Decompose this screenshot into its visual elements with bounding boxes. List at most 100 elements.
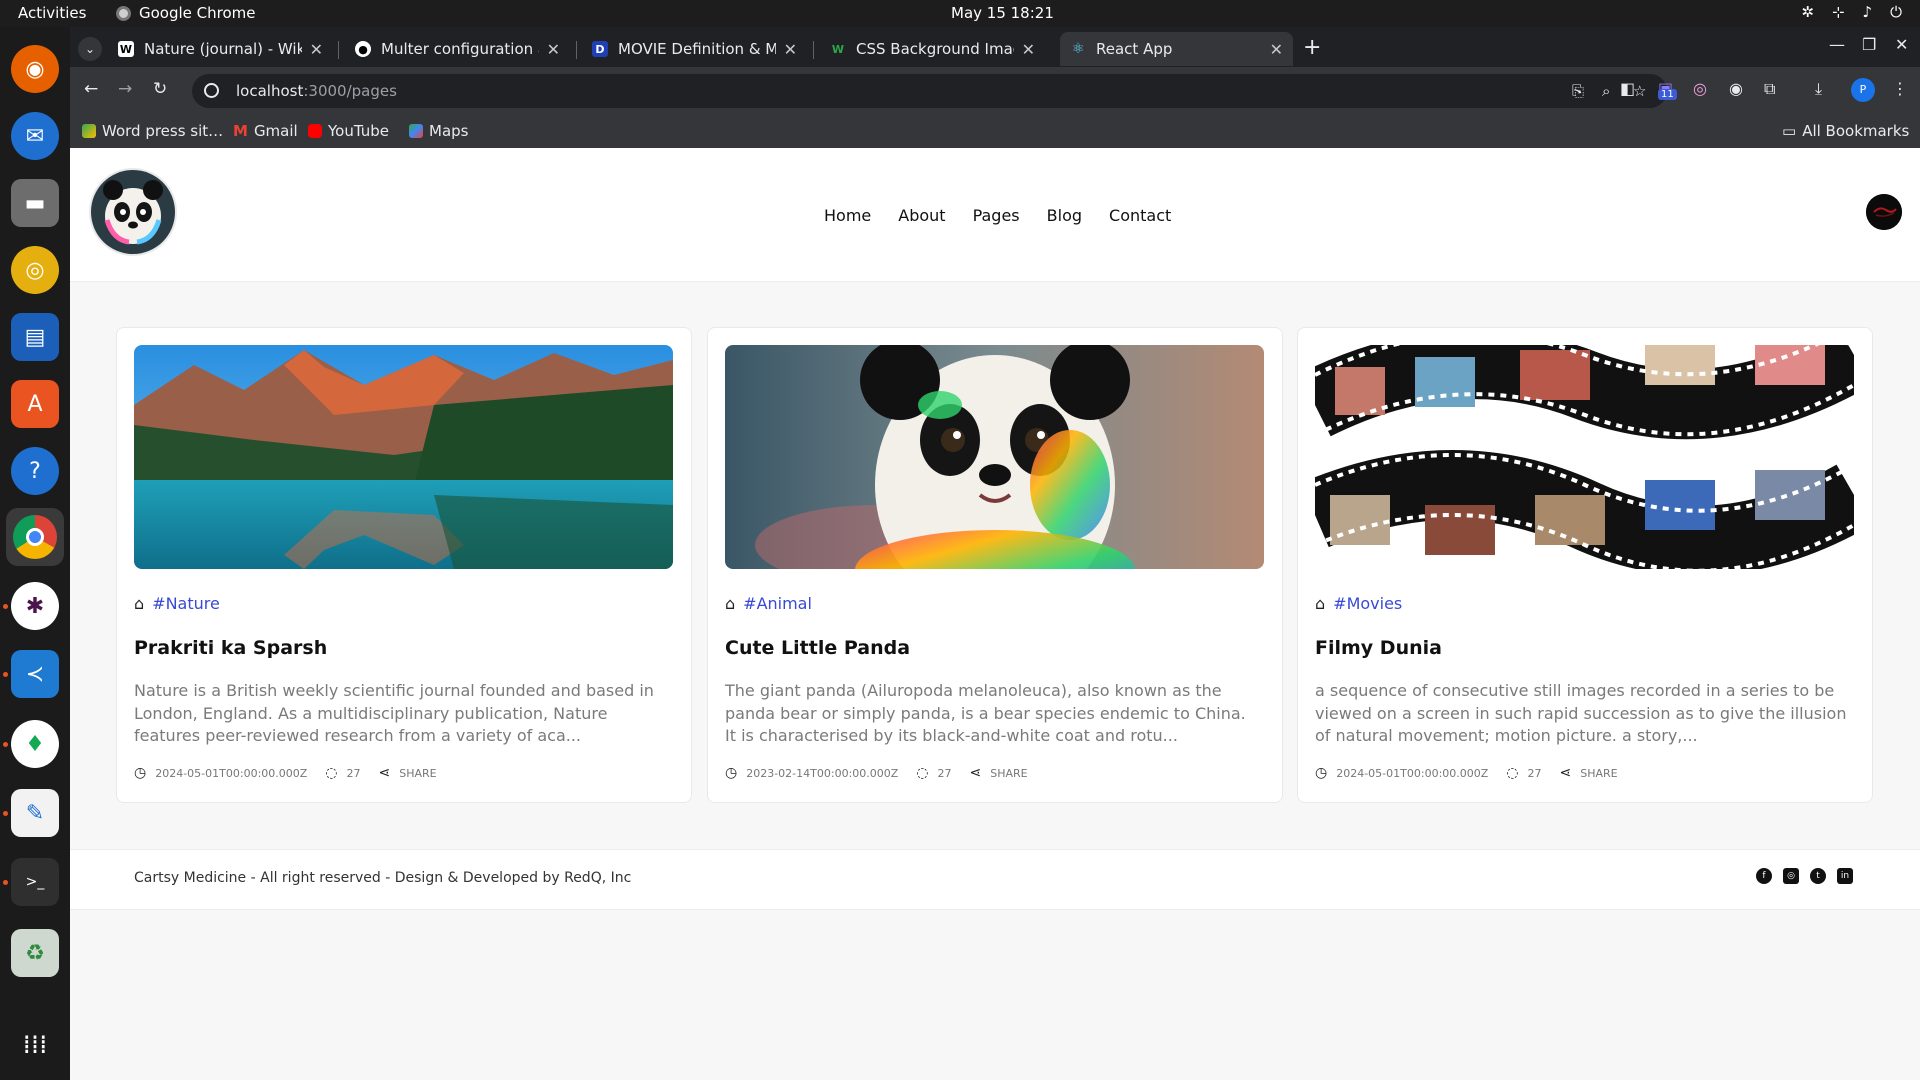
card-comments[interactable]: ◌ 27 [916,765,951,781]
chrome-dock-icon[interactable] [6,508,64,566]
address-bar[interactable]: localhost:3000/pages ⎘ ⌕ ☆ [192,74,1667,108]
thunderbird-icon[interactable]: ✉ [11,112,59,160]
bookmark-gmail[interactable]: M Gmail [233,122,298,140]
zoom-icon[interactable]: ⌕ [1602,82,1610,100]
mongodb-compass-icon[interactable]: ♦ [11,720,59,768]
tag-icon: ⌂ [725,594,736,613]
card-title[interactable]: Cute Little Panda [725,637,910,659]
tab-css-background-image[interactable]: W CSS Background Image F ✕ [820,32,1045,66]
app-menu[interactable]: Google Chrome [116,4,256,22]
instagram-icon[interactable]: ◎ [1783,868,1799,884]
extension-icon[interactable]: ◧ [1620,79,1635,98]
card-image-film[interactable] [1315,345,1854,569]
all-bookmarks-label: All Bookmarks [1802,122,1910,140]
dock: ◉ ✉ ▬ ◎ ▤ A ? ✱ ≺ ♦ ✎ >_ ♻ ⁞⁞⁞ [0,27,70,1080]
card-title[interactable]: Prakriti ka Sparsh [134,637,327,659]
text-editor-icon[interactable]: ✎ [11,789,59,837]
settings-icon[interactable]: ✲ [1801,3,1814,21]
twitter-icon[interactable]: t [1810,868,1826,884]
card-image-panda[interactable] [725,345,1264,569]
system-tray[interactable]: ✲ ⊹ ♪ ⏻ [1801,3,1902,21]
terminal-icon[interactable]: >_ [11,858,59,906]
volume-icon[interactable]: ♪ [1863,3,1873,21]
blog-card[interactable]: ⌂ #Nature Prakriti ka Sparsh Nature is a… [116,327,692,803]
share-label: SHARE [1580,766,1618,780]
facebook-icon[interactable]: f [1756,868,1772,884]
install-app-icon[interactable]: ⎘ [1572,82,1584,100]
tab-strip: ⌄ W Nature (journal) - Wikipe ✕ ● Multer… [70,27,1920,67]
app-name: Google Chrome [139,4,256,22]
extensions-puzzle-icon[interactable]: ⧉ [1764,79,1775,99]
files-icon[interactable]: ▬ [11,179,59,227]
clock[interactable]: May 15 18:21 [951,4,1054,22]
app-center-icon[interactable]: A [11,380,59,428]
tab-movie-definition[interactable]: D MOVIE Definition & Mea ✕ [582,32,807,66]
tab-nature-wikipedia[interactable]: W Nature (journal) - Wikipe ✕ [108,32,333,66]
vscode-icon[interactable]: ≺ [11,650,59,698]
close-icon[interactable]: ✕ [1022,40,1035,59]
nav-home[interactable]: Home [824,206,871,225]
card-title[interactable]: Filmy Dunia [1315,637,1442,659]
minimize-button[interactable]: — [1829,35,1845,54]
tab-title: MOVIE Definition & Mea [618,40,776,58]
color-picker-extension-icon[interactable]: ◎ [1693,79,1707,98]
linkedin-icon[interactable]: in [1837,868,1853,884]
all-bookmarks[interactable]: ▭ All Bookmarks [1782,122,1909,140]
profile-avatar[interactable]: P [1851,78,1875,102]
blog-card[interactable]: ⌂ #Movies Filmy Dunia a sequence of cons… [1297,327,1873,803]
bookmark-youtube[interactable]: YouTube [308,122,389,140]
menu-kebab-icon[interactable]: ⋮ [1892,79,1908,98]
show-apps-icon[interactable]: ⁞⁞⁞ [11,1021,59,1069]
w3schools-icon: W [831,42,845,56]
new-tab-button[interactable]: + [1303,35,1321,60]
downloads-icon[interactable]: ⤓ [1815,79,1822,99]
nav-blog[interactable]: Blog [1047,206,1082,225]
reload-button[interactable]: ↻ [153,79,167,99]
forward-button[interactable]: → [118,79,132,99]
nav-pages[interactable]: Pages [973,206,1020,225]
trash-icon[interactable]: ♻ [11,929,59,977]
network-icon[interactable]: ⊹ [1832,3,1845,21]
tab-title: Multer configuration anc [381,40,539,58]
blog-card[interactable]: ⌂ #Animal Cute Little Panda The giant pa… [707,327,1283,803]
activities-button[interactable]: Activities [18,4,86,22]
bookmark-label: Gmail [253,122,298,140]
share-button[interactable]: ⋖ SHARE [1560,765,1618,781]
nav-about[interactable]: About [898,206,945,225]
tab-react-app[interactable]: ⚛ React App ✕ [1060,32,1293,66]
power-icon[interactable]: ⏻ [1890,3,1902,21]
close-icon[interactable]: ✕ [784,40,797,59]
close-window-button[interactable]: ✕ [1895,35,1908,54]
user-avatar[interactable] [1866,194,1902,230]
card-tag[interactable]: ⌂ #Animal [725,594,812,613]
close-icon[interactable]: ✕ [1270,40,1283,59]
bookmark-wordpress[interactable]: Word press sit… [82,122,223,140]
maximize-button[interactable]: ❐ [1862,35,1876,54]
share-icon: ⋖ [1559,765,1572,781]
writer-icon[interactable]: ▤ [11,313,59,361]
card-image-lake[interactable] [134,345,673,569]
close-icon[interactable]: ✕ [547,40,560,59]
card-comments[interactable]: ◌ 27 [325,765,360,781]
share-button[interactable]: ⋖ SHARE [379,765,437,781]
bookmark-maps[interactable]: Maps [409,122,468,140]
tab-search-button[interactable]: ⌄ [78,37,102,61]
site-info-icon[interactable] [204,83,219,98]
record-extension-icon[interactable]: ◉ [1729,79,1743,98]
card-tag[interactable]: ⌂ #Movies [1315,594,1402,613]
card-tag[interactable]: ⌂ #Nature [134,594,220,613]
help-icon[interactable]: ? [11,447,59,495]
firefox-icon[interactable]: ◉ [11,45,59,93]
nav-contact[interactable]: Contact [1109,206,1171,225]
close-icon[interactable]: ✕ [310,40,323,59]
gmail-icon: M [233,122,248,140]
tab-multer-configuration[interactable]: ● Multer configuration anc ✕ [345,32,570,66]
rhythmbox-icon[interactable]: ◎ [11,246,59,294]
share-button[interactable]: ⋖ SHARE [970,765,1028,781]
site-logo[interactable] [89,168,177,256]
slack-icon[interactable]: ✱ [11,582,59,630]
card-comments[interactable]: ◌ 27 [1506,765,1541,781]
social-links: f ◎ t in [1756,868,1853,884]
back-button[interactable]: ← [84,79,98,99]
tag-icon: ⌂ [134,594,145,613]
